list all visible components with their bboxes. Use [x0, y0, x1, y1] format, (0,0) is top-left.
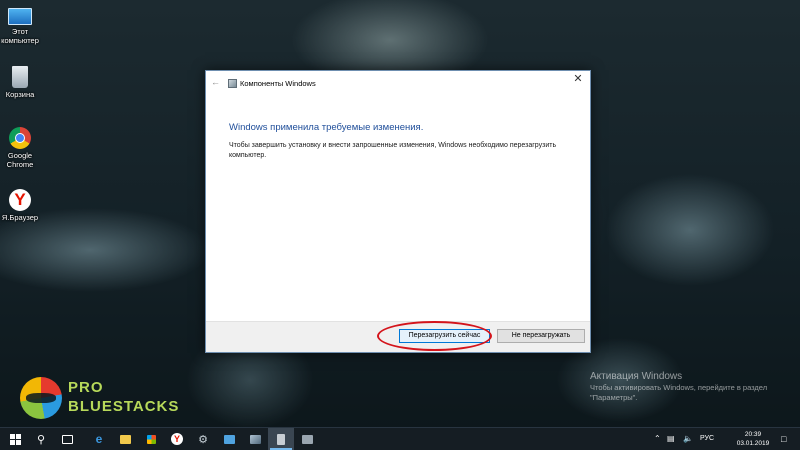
do-not-restart-button[interactable]: Не перезагружать: [497, 329, 585, 343]
network-icon[interactable]: ▤: [667, 428, 675, 450]
activation-watermark: Активация Windows Чтобы активировать Win…: [590, 371, 790, 403]
computer-icon: [8, 8, 32, 25]
windows-features-icon: [228, 79, 237, 88]
file-explorer-icon[interactable]: [112, 428, 138, 450]
recycle-bin-icon: [12, 66, 28, 88]
desktop-icon-label: Корзина: [5, 90, 35, 99]
desktop-icon-yandex-browser[interactable]: Y Я.Браузер: [0, 189, 40, 222]
dialog-titlebar[interactable]: ← Компоненты Windows ✕: [206, 71, 590, 96]
app-icon[interactable]: [294, 428, 320, 450]
clock[interactable]: 20:39 03.01.2019: [732, 430, 774, 448]
yandex-browser-icon: Y: [9, 189, 31, 211]
desktop-icon-label: Google Chrome: [6, 151, 34, 169]
activation-text: Чтобы активировать Windows, перейдите в …: [590, 383, 768, 402]
activation-title: Активация Windows: [590, 371, 683, 382]
windows-features-dialog: ← Компоненты Windows ✕ Windows применила…: [205, 70, 591, 353]
start-icon[interactable]: [2, 428, 28, 450]
dialog-title: Компоненты Windows: [240, 79, 316, 88]
volume-icon[interactable]: 🔈: [683, 428, 693, 450]
desktop-icon-chrome[interactable]: Google Chrome: [0, 127, 40, 169]
search-icon[interactable]: ⚲: [28, 428, 54, 450]
store-icon[interactable]: [138, 428, 164, 450]
chrome-icon: [9, 127, 31, 149]
dialog-message: Чтобы завершить установку и внести запро…: [229, 142, 557, 159]
dialog-heading: Windows применила требуемые изменения.: [229, 122, 424, 133]
document-icon[interactable]: [268, 428, 294, 450]
taskbar: ⚲ e Y ⚙ ⌃ ▤ 🔈 РУС 20:39 03.01.2019 □: [0, 427, 800, 450]
desktop-icon-label: Я.Браузер: [1, 213, 39, 222]
probluestacks-logo: PRO BLUESTACKS: [20, 377, 220, 421]
desktop-icon-this-pc[interactable]: Этот компьютер: [0, 4, 40, 45]
logo-text-pro: PRO: [68, 379, 104, 396]
photos-icon[interactable]: [242, 428, 268, 450]
back-arrow-icon[interactable]: ←: [211, 77, 221, 87]
clock-date: 03.01.2019: [736, 440, 770, 447]
close-icon[interactable]: ✕: [569, 72, 587, 86]
restart-now-button[interactable]: Перезагрузить сейчас: [399, 329, 490, 343]
desktop-icon-label: Этот компьютер: [1, 27, 39, 45]
task-view-icon[interactable]: [54, 428, 80, 450]
logo-text-bluestacks: BLUESTACKS: [68, 398, 180, 415]
logo-ball-icon: [20, 377, 62, 419]
clock-time: 20:39: [744, 431, 762, 438]
yandex-icon[interactable]: Y: [164, 428, 190, 450]
dialog-footer: Перезагрузить сейчас Не перезагружать: [206, 321, 590, 352]
notification-chevron-icon[interactable]: ⌃: [654, 428, 661, 450]
edge-icon[interactable]: e: [86, 428, 112, 450]
desktop-icon-recycle-bin[interactable]: Корзина: [0, 66, 40, 99]
media-icon[interactable]: [216, 428, 242, 450]
language-indicator[interactable]: РУС: [700, 428, 714, 450]
tool-icon[interactable]: ⚙: [190, 428, 216, 450]
action-center-icon[interactable]: □: [781, 428, 786, 450]
